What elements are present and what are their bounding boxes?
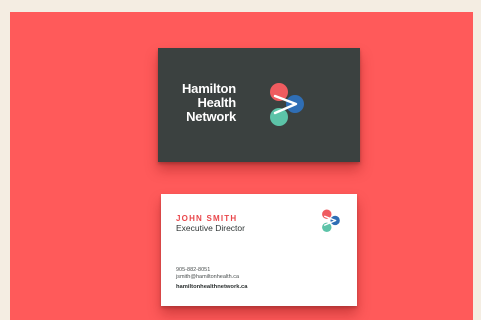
- contact-website: hamiltonhealthnetwork.ca: [176, 284, 248, 290]
- brand-line-2: Health: [197, 95, 236, 110]
- brand-wordmark: Hamilton Health Network: [182, 82, 236, 124]
- contact-title: Executive Director: [176, 223, 245, 233]
- contact-phone: 905-882-8051: [176, 267, 211, 273]
- business-card-front: Hamilton Health Network: [158, 48, 360, 162]
- hamilton-health-logo-icon: [270, 83, 304, 126]
- contact-email: jsmith@hamiltonhealth.ca: [176, 274, 240, 280]
- contact-name: JOHN SMITH: [176, 214, 238, 223]
- brand-line-1: Hamilton: [181, 81, 236, 96]
- brand-line-3: Network: [186, 109, 236, 124]
- mockup-background: Hamilton Health Network JOHN SMITH Execu…: [10, 12, 473, 320]
- hamilton-health-logo-small-icon: [322, 209, 340, 232]
- business-card-back: JOHN SMITH Executive Director 905-882-80…: [161, 194, 357, 306]
